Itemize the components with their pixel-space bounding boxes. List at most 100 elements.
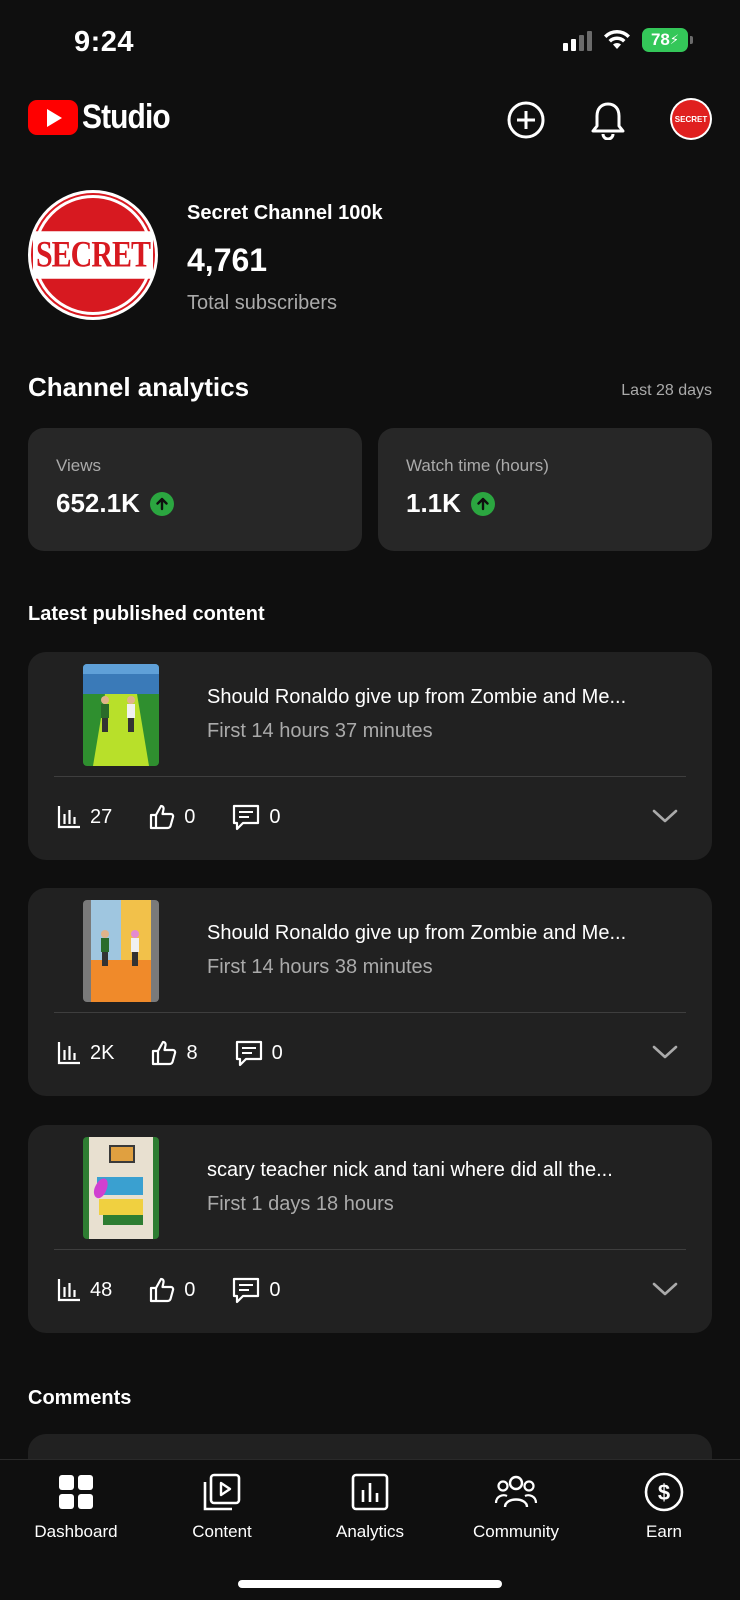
chevron-down-icon xyxy=(652,1282,678,1296)
likes-count: 8 xyxy=(186,1041,198,1064)
metric-label: Watch time (hours) xyxy=(406,456,549,475)
trend-up-icon xyxy=(470,491,495,516)
nav-community[interactable]: Community xyxy=(446,1470,586,1542)
video-title: Should Ronaldo give up from Zombie and M… xyxy=(207,686,627,708)
thumbs-up-icon xyxy=(150,804,175,830)
likes-stat: 0 xyxy=(148,803,195,831)
analytics-range: Last 28 days xyxy=(621,382,712,399)
brand-text: Studio xyxy=(82,98,171,136)
video-subtitle: First 14 hours 38 minutes xyxy=(207,956,433,978)
channel-header: SECRET Secret Channel 100k 4,761 Total s… xyxy=(28,190,718,322)
subscriber-label: Total subscribers xyxy=(187,292,338,314)
video-subtitle: First 14 hours 37 minutes xyxy=(207,720,433,742)
divider xyxy=(54,1012,686,1013)
content-icon xyxy=(203,1473,241,1511)
likes-stat: 0 xyxy=(148,1276,195,1304)
video-stats: 27 0 0 xyxy=(56,802,317,832)
comment-icon xyxy=(233,1277,260,1304)
likes-count: 0 xyxy=(184,805,196,828)
account-avatar-label: SECRET xyxy=(672,100,710,138)
nav-content[interactable]: Content xyxy=(152,1470,292,1542)
youtube-play-icon xyxy=(28,100,78,135)
comments-stat: 0 xyxy=(234,1039,283,1067)
content-card[interactable]: Should Ronaldo give up from Zombie and M… xyxy=(28,888,712,1096)
bar-chart-icon xyxy=(57,1042,80,1065)
chevron-down-icon xyxy=(652,809,678,823)
notifications-button[interactable] xyxy=(586,98,630,142)
views-stat: 48 xyxy=(56,1277,112,1303)
metric-value: 1.1K xyxy=(406,488,461,518)
video-title: scary teacher nick and tani where did al… xyxy=(207,1159,613,1181)
channel-avatar[interactable]: SECRET xyxy=(28,190,158,320)
comments-stat: 0 xyxy=(231,803,281,831)
home-indicator[interactable] xyxy=(238,1580,502,1588)
nav-analytics[interactable]: Analytics xyxy=(300,1470,440,1542)
channel-name: Secret Channel 100k xyxy=(187,202,383,224)
divider xyxy=(54,1249,686,1250)
bar-chart-icon xyxy=(57,806,80,829)
thumbs-up-icon xyxy=(150,1277,175,1303)
add-circle-icon xyxy=(507,101,545,139)
subscriber-count: 4,761 xyxy=(187,242,268,278)
video-thumbnail xyxy=(83,1137,159,1239)
metric-label: Views xyxy=(56,456,102,475)
dashboard-icon xyxy=(59,1475,93,1509)
nav-dashboard[interactable]: Dashboard xyxy=(6,1470,146,1542)
divider xyxy=(54,776,686,777)
video-title: Should Ronaldo give up from Zombie and M… xyxy=(207,922,627,944)
battery-level: 78 xyxy=(650,30,670,49)
analytics-icon xyxy=(351,1473,389,1511)
expand-button[interactable] xyxy=(650,1040,680,1064)
account-avatar[interactable]: SECRET xyxy=(670,98,712,140)
nav-label: Earn xyxy=(646,1522,682,1541)
cellular-signal-icon xyxy=(563,29,592,51)
chevron-down-icon xyxy=(652,1045,678,1059)
comments-count: 0 xyxy=(271,1041,283,1064)
comment-icon xyxy=(233,804,260,831)
likes-count: 0 xyxy=(184,1278,196,1301)
video-thumbnail xyxy=(83,664,159,766)
bar-chart-icon xyxy=(57,1279,80,1302)
video-thumbnail xyxy=(83,900,159,1002)
metric-card-views[interactable]: Views 652.1K xyxy=(28,428,362,551)
content-card[interactable]: Should Ronaldo give up from Zombie and M… xyxy=(28,652,712,860)
video-subtitle: First 1 days 18 hours xyxy=(207,1193,394,1215)
comments-title: Comments xyxy=(28,1387,132,1409)
latest-content-title: Latest published content xyxy=(28,603,265,625)
nav-earn[interactable]: $ Earn xyxy=(594,1470,734,1542)
comment-icon xyxy=(235,1040,262,1067)
create-button[interactable] xyxy=(504,98,548,142)
bottom-nav: Dashboard Content Analytics Community $ … xyxy=(0,1459,740,1600)
app-bar: Studio SECRET xyxy=(0,92,740,152)
nav-label: Analytics xyxy=(335,1522,405,1541)
channel-avatar-label: SECRET xyxy=(32,231,154,279)
views-count: 27 xyxy=(90,805,113,828)
bell-icon xyxy=(591,102,625,140)
trend-up-icon xyxy=(149,491,174,516)
thumbs-up-icon xyxy=(152,1040,177,1066)
expand-button[interactable] xyxy=(650,804,680,828)
status-bar: 9:24 78 ⚡ xyxy=(0,0,740,84)
metric-card-watch-time[interactable]: Watch time (hours) 1.1K xyxy=(378,428,712,551)
nav-label: Content xyxy=(192,1522,252,1541)
views-count: 48 xyxy=(90,1278,113,1301)
expand-button[interactable] xyxy=(650,1277,680,1301)
nav-label: Dashboard xyxy=(34,1522,118,1541)
earn-icon: $ xyxy=(644,1472,684,1512)
analytics-title: Channel analytics xyxy=(28,372,250,402)
comments-count: 0 xyxy=(269,805,281,828)
views-stat: 27 xyxy=(56,804,112,830)
battery-icon: 78 ⚡ xyxy=(642,28,693,52)
wifi-icon xyxy=(604,29,630,49)
views-stat: 2K xyxy=(56,1040,114,1066)
content-card[interactable]: scary teacher nick and tani where did al… xyxy=(28,1125,712,1333)
nav-label: Community xyxy=(473,1522,559,1541)
views-count: 2K xyxy=(90,1041,115,1064)
likes-stat: 8 xyxy=(150,1039,198,1067)
studio-logo[interactable]: Studio xyxy=(28,98,182,137)
status-indicators: 78 ⚡ xyxy=(563,28,693,52)
video-stats: 48 0 0 xyxy=(56,1275,317,1305)
comments-stat: 0 xyxy=(231,1276,281,1304)
comments-count: 0 xyxy=(269,1278,281,1301)
video-stats: 2K 8 0 xyxy=(56,1038,319,1068)
